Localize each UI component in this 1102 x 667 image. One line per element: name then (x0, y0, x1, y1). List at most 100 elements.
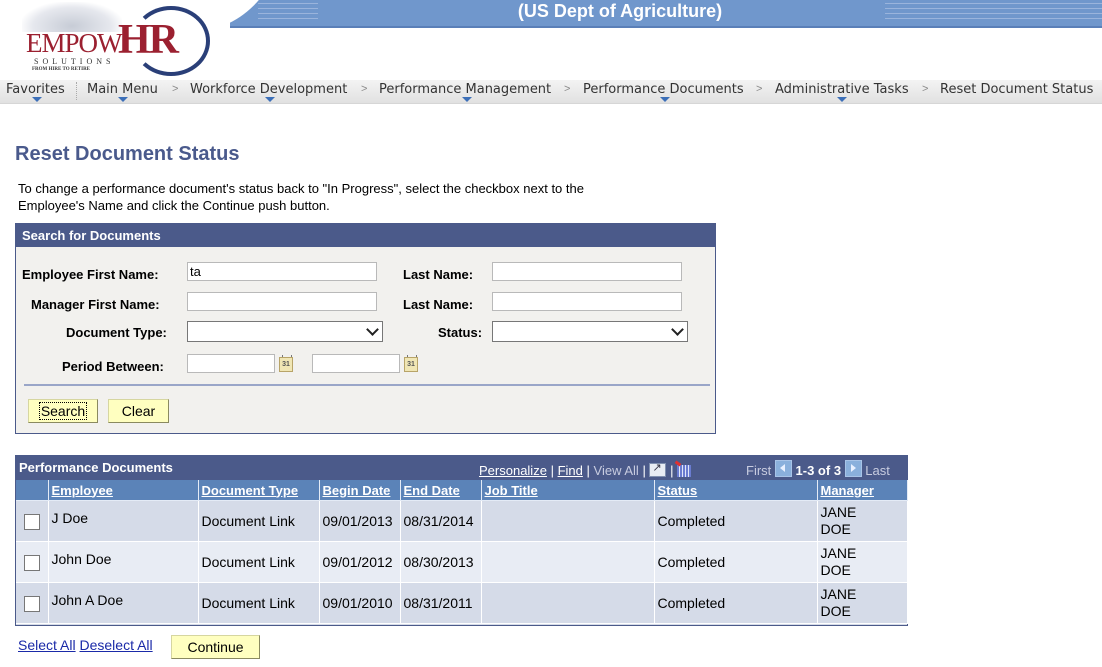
empowhr-logo: EMPOW HR SOLUTIONS FROM HIRE TO RETIRE (20, 2, 210, 76)
employee-name: John A Doe (51, 592, 124, 608)
manager-first: JANE (820, 545, 857, 561)
begin-date-cell: 09/01/2013 (319, 500, 401, 542)
row-checkbox[interactable] (24, 554, 40, 571)
manager-first: JANE (820, 504, 857, 520)
manager-first-name-input[interactable] (187, 292, 377, 311)
organization-title: (US Dept of Agriculture) (517, 1, 723, 21)
employee-first-name-label: Employee First Name: (22, 267, 159, 282)
begin-date-cell: 09/01/2012 (319, 541, 401, 583)
sort-link[interactable]: Begin Date (323, 483, 391, 498)
sort-link[interactable]: Document Type (202, 483, 299, 498)
table-row: John Doe Document Link 09/01/2012 08/30/… (16, 541, 908, 583)
period-between-label: Period Between: (62, 359, 164, 374)
document-type-select[interactable] (187, 321, 383, 342)
begin-date-cell: 09/01/2010 (319, 582, 401, 624)
deselect-all-link[interactable]: Deselect All (79, 637, 152, 653)
nav-administrative-tasks[interactable]: Administrative Tasks (775, 80, 909, 103)
document-type-cell: Document Link (198, 500, 320, 542)
status-cell: Completed (654, 582, 818, 624)
nav-reset-document-status[interactable]: Reset Document Status (940, 80, 1093, 103)
manager-first-name-label: Manager First Name: (31, 297, 160, 312)
last-link: Last (865, 463, 890, 478)
column-header-select (16, 480, 49, 501)
employee-cell: John A Doe (48, 582, 199, 624)
select-all-link[interactable]: Select All (18, 637, 76, 653)
header-banner: (US Dept of Agriculture) EMPOW HR SOLUTI… (0, 0, 1102, 80)
next-page-icon (844, 460, 862, 477)
status-cell: Completed (654, 500, 818, 542)
employee-last-name-label: Last Name: (403, 267, 474, 282)
search-button[interactable]: Search (28, 399, 98, 423)
calendar-icon[interactable]: 31 (404, 355, 418, 372)
breadcrumb-separator-icon: > (361, 83, 368, 95)
nav-label: Performance Management (379, 82, 552, 97)
sort-link[interactable]: Job Title (485, 483, 538, 498)
status-cell: Completed (654, 541, 818, 583)
sort-link[interactable]: Status (658, 483, 698, 498)
nav-performance-documents[interactable]: Performance Documents (583, 80, 744, 103)
manager-last: DOE (820, 603, 851, 619)
performance-documents-grid: Performance Documents Personalize | Find… (15, 455, 908, 626)
search-panel-title: Search for Documents (22, 228, 161, 243)
end-date-cell: 08/31/2011 (400, 582, 482, 624)
sort-link[interactable]: Employee (52, 483, 113, 498)
sort-link[interactable]: End Date (404, 483, 460, 498)
continue-button[interactable]: Continue (171, 635, 260, 659)
documents-table: Employee Document Type Begin Date End Da… (16, 480, 908, 624)
job-title-cell (481, 541, 655, 583)
nav-workforce-development[interactable]: Workforce Development (190, 80, 347, 103)
find-link[interactable]: Find (558, 463, 583, 478)
nav-performance-management[interactable]: Performance Management (379, 80, 551, 103)
dropdown-arrow-icon (837, 97, 847, 102)
nav-divider (76, 82, 77, 100)
logo-text-hr: HR (118, 17, 179, 63)
period-to-input[interactable] (312, 354, 400, 373)
nav-label: Administrative Tasks (775, 82, 909, 97)
period-from-input[interactable] (187, 354, 275, 373)
employee-last-name-input[interactable] (492, 262, 682, 281)
job-title-cell (481, 582, 655, 624)
personalize-link[interactable]: Personalize (479, 463, 547, 478)
row-checkbox[interactable] (24, 513, 40, 530)
breadcrumb: Favorites Main Menu > Workforce Developm… (0, 80, 1102, 104)
column-header-status[interactable]: Status (654, 480, 818, 501)
column-header-end-date[interactable]: End Date (400, 480, 482, 501)
end-date-cell: 08/31/2014 (400, 500, 482, 542)
document-type-label: Document Type: (66, 325, 167, 340)
banner-decoration-lines (258, 3, 318, 21)
employee-name: John Doe (51, 551, 112, 567)
nav-favorites[interactable]: Favorites (6, 80, 65, 103)
calendar-icon[interactable]: 31 (279, 355, 293, 372)
manager-last: DOE (820, 562, 851, 578)
pipe-separator: | (670, 463, 674, 478)
grid-title: Performance Documents (19, 460, 173, 475)
status-label: Status: (438, 325, 483, 340)
column-header-begin-date[interactable]: Begin Date (319, 480, 401, 501)
search-button-label: Search (38, 402, 88, 420)
table-row: John A Doe Document Link 09/01/2010 08/3… (16, 582, 908, 624)
nav-main-menu[interactable]: Main Menu (87, 80, 158, 103)
pipe-separator: | (586, 463, 590, 478)
manager-last-name-input[interactable] (492, 292, 682, 311)
sort-link[interactable]: Manager (821, 483, 874, 498)
manager-cell: JANE DOE (817, 500, 908, 542)
instructions-line: Employee's Name and click the Continue p… (18, 198, 330, 213)
row-checkbox[interactable] (24, 595, 40, 612)
manager-cell: JANE DOE (817, 582, 908, 624)
document-type-cell: Document Link (198, 541, 320, 583)
column-header-document-type[interactable]: Document Type (198, 480, 320, 501)
clear-button[interactable]: Clear (108, 399, 169, 423)
column-header-employee[interactable]: Employee (48, 480, 199, 501)
download-grid-icon[interactable] (677, 465, 692, 477)
column-header-job-title[interactable]: Job Title (481, 480, 655, 501)
search-panel-header: Search for Documents (16, 224, 715, 247)
banner-decoration-lines-right (885, 3, 1102, 21)
status-select[interactable] (492, 321, 688, 342)
new-window-icon[interactable] (649, 461, 667, 477)
manager-last: DOE (820, 521, 851, 537)
employee-first-name-input[interactable] (187, 262, 377, 281)
column-header-manager[interactable]: Manager (817, 480, 908, 501)
row-range: 1-3 of 3 (795, 463, 842, 478)
clear-button-label: Clear (121, 403, 156, 419)
dropdown-arrow-icon (462, 97, 472, 102)
